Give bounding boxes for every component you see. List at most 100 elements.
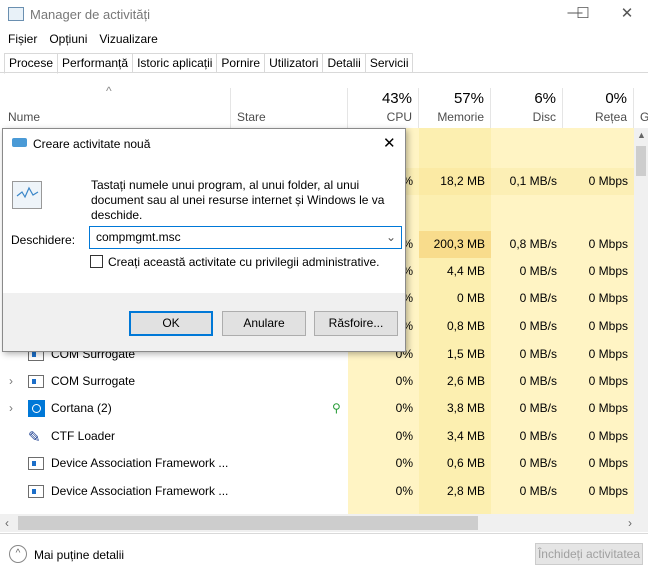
column-cpu[interactable]: 43% CPU (348, 88, 419, 128)
memory-cell: 4,4 MB (419, 258, 491, 285)
close-button[interactable]: ✕ (612, 4, 642, 26)
memory-cell: 2,8 MB (419, 478, 491, 505)
network-cell: 0 Mbps (563, 395, 634, 422)
process-name: COM Surrogate (51, 374, 136, 388)
tab-divider (0, 72, 648, 73)
ok-button[interactable]: OK (129, 311, 213, 336)
chevron-up-icon[interactable]: ^ (9, 545, 27, 563)
disk-cell: 0 MB/s (491, 258, 563, 285)
task-manager-icon (8, 7, 24, 21)
admin-checkbox[interactable] (90, 255, 103, 268)
column-gpu-partial[interactable]: G (640, 110, 648, 124)
column-network[interactable]: 0% Rețea (563, 88, 634, 128)
process-name: Cortana (2) (51, 401, 112, 415)
dialog-description: Tastați numele unui program, al unui fol… (91, 178, 385, 222)
menu-view[interactable]: Vizualizare (99, 32, 157, 50)
network-cell: 0 Mbps (563, 478, 634, 505)
memory-cell: 3,4 MB (419, 423, 491, 450)
memory-cell: 0,6 MB (419, 450, 491, 477)
disk-cell: 0 MB/s (491, 395, 563, 422)
network-cell: 0 Mbps (563, 168, 634, 195)
process-name: Device Association Framework ... (51, 484, 229, 498)
open-label: Deschidere: (11, 233, 76, 247)
create-task-dialog: Creare activitate nouă ✕ Tastați numele … (2, 128, 406, 352)
memory-cell: 200,3 MB (419, 231, 491, 258)
horizontal-scrollbar[interactable]: ‹ › (0, 514, 648, 532)
column-disk[interactable]: 6% Disc (491, 88, 563, 128)
vertical-scrollbar[interactable]: ▲ (634, 128, 648, 518)
table-row[interactable]: › COM Surrogate 0% 2,6 MB 0 MB/s 0 Mbps (0, 368, 634, 395)
column-memory[interactable]: 57% Memorie (419, 88, 491, 128)
network-cell: 0 Mbps (563, 258, 634, 285)
cortana-icon (28, 400, 45, 417)
admin-checkbox-label[interactable]: Creați această activitate cu privilegii … (108, 255, 379, 269)
window-title: Manager de activități (30, 7, 150, 22)
memory-cell: 0 MB (419, 285, 491, 312)
expand-chevron-icon[interactable]: › (9, 368, 13, 395)
scroll-thumb[interactable] (636, 146, 646, 176)
network-cell: 0 Mbps (563, 368, 634, 395)
title-bar: Manager de activități — ☐ ✕ (0, 0, 648, 30)
monitor-icon (12, 181, 42, 209)
process-icon (28, 457, 44, 470)
tab-performance[interactable]: Performanță (58, 53, 134, 73)
end-task-button[interactable]: Închideți activitatea (535, 543, 643, 565)
column-name[interactable]: ^ Nume (0, 84, 231, 128)
process-name: CTF Loader (51, 429, 116, 443)
network-cell: 0 Mbps (563, 450, 634, 477)
tab-details[interactable]: Detalii (323, 53, 366, 73)
disk-cell: 0 MB/s (491, 313, 563, 340)
disk-cell: 0 MB/s (491, 450, 563, 477)
tab-processes[interactable]: Procese (4, 53, 59, 74)
expand-chevron-icon[interactable]: › (9, 395, 13, 422)
network-cell: 0 Mbps (563, 285, 634, 312)
menu-options[interactable]: Opțiuni (49, 32, 87, 50)
dialog-close-button[interactable]: ✕ (383, 134, 396, 152)
process-icon (28, 375, 44, 388)
hscroll-thumb[interactable] (18, 516, 478, 530)
memory-cell: 1,5 MB (419, 341, 491, 368)
cpu-cell: 0% (348, 478, 419, 505)
maximize-button[interactable]: ☐ (568, 4, 598, 26)
tab-startup[interactable]: Pornire (217, 53, 266, 73)
menu-bar: Fișier Opțiuni Vizualizare (8, 32, 158, 50)
fewer-details-link[interactable]: Mai puține detalii (34, 548, 124, 562)
process-icon (28, 485, 44, 498)
table-row[interactable]: Device Association Framework ... 0% 2,8 MB… (0, 478, 634, 505)
menu-file[interactable]: Fișier (8, 32, 37, 50)
disk-cell: 0 MB/s (491, 478, 563, 505)
disk-cell: 0 MB/s (491, 368, 563, 395)
column-status[interactable]: Stare (231, 88, 348, 128)
cpu-cell: 0% (348, 450, 419, 477)
memory-cell: 2,6 MB (419, 368, 491, 395)
chevron-down-icon[interactable]: ⌄ (386, 230, 396, 244)
tab-app-history[interactable]: Istoric aplicații (133, 53, 218, 73)
tab-bar: Procese Performanță Istoric aplicații Po… (4, 53, 414, 74)
cancel-button[interactable]: Anulare (222, 311, 306, 336)
network-cell: 0 Mbps (563, 341, 634, 368)
disk-cell: 0 MB/s (491, 341, 563, 368)
disk-cell: 0 MB/s (491, 423, 563, 450)
table-row[interactable]: ✎ CTF Loader 0% 3,4 MB 0 MB/s 0 Mbps (0, 423, 634, 450)
open-combobox[interactable]: compmgmt.msc ⌄ (89, 226, 402, 249)
leaf-suspended-icon: ⚲ (332, 401, 341, 415)
table-row[interactable]: › ⚲ Cortana (2) 0% 3,8 MB 0 MB/s 0 Mbps (0, 395, 634, 422)
run-icon (12, 138, 27, 147)
tab-users[interactable]: Utilizatori (265, 53, 324, 73)
browse-button[interactable]: Răsfoire... (314, 311, 398, 336)
open-input[interactable]: compmgmt.msc (96, 230, 181, 244)
ctf-loader-icon: ✎ (28, 429, 41, 446)
process-name: Device Association Framework ... (51, 456, 229, 470)
disk-cell: 0 MB/s (491, 285, 563, 312)
table-row[interactable]: Device Association Framework ... 0% 0,6 MB… (0, 450, 634, 477)
cpu-cell: 0% (348, 423, 419, 450)
tab-services[interactable]: Servicii (365, 53, 414, 73)
network-cell: 0 Mbps (563, 423, 634, 450)
network-cell: 0 Mbps (563, 231, 634, 258)
cpu-cell: 0% (348, 395, 419, 422)
disk-cell: 0,1 MB/s (491, 168, 563, 195)
memory-cell: 3,8 MB (419, 395, 491, 422)
cpu-cell: 0% (348, 368, 419, 395)
network-cell: 0 Mbps (563, 313, 634, 340)
memory-cell: 0,8 MB (419, 313, 491, 340)
